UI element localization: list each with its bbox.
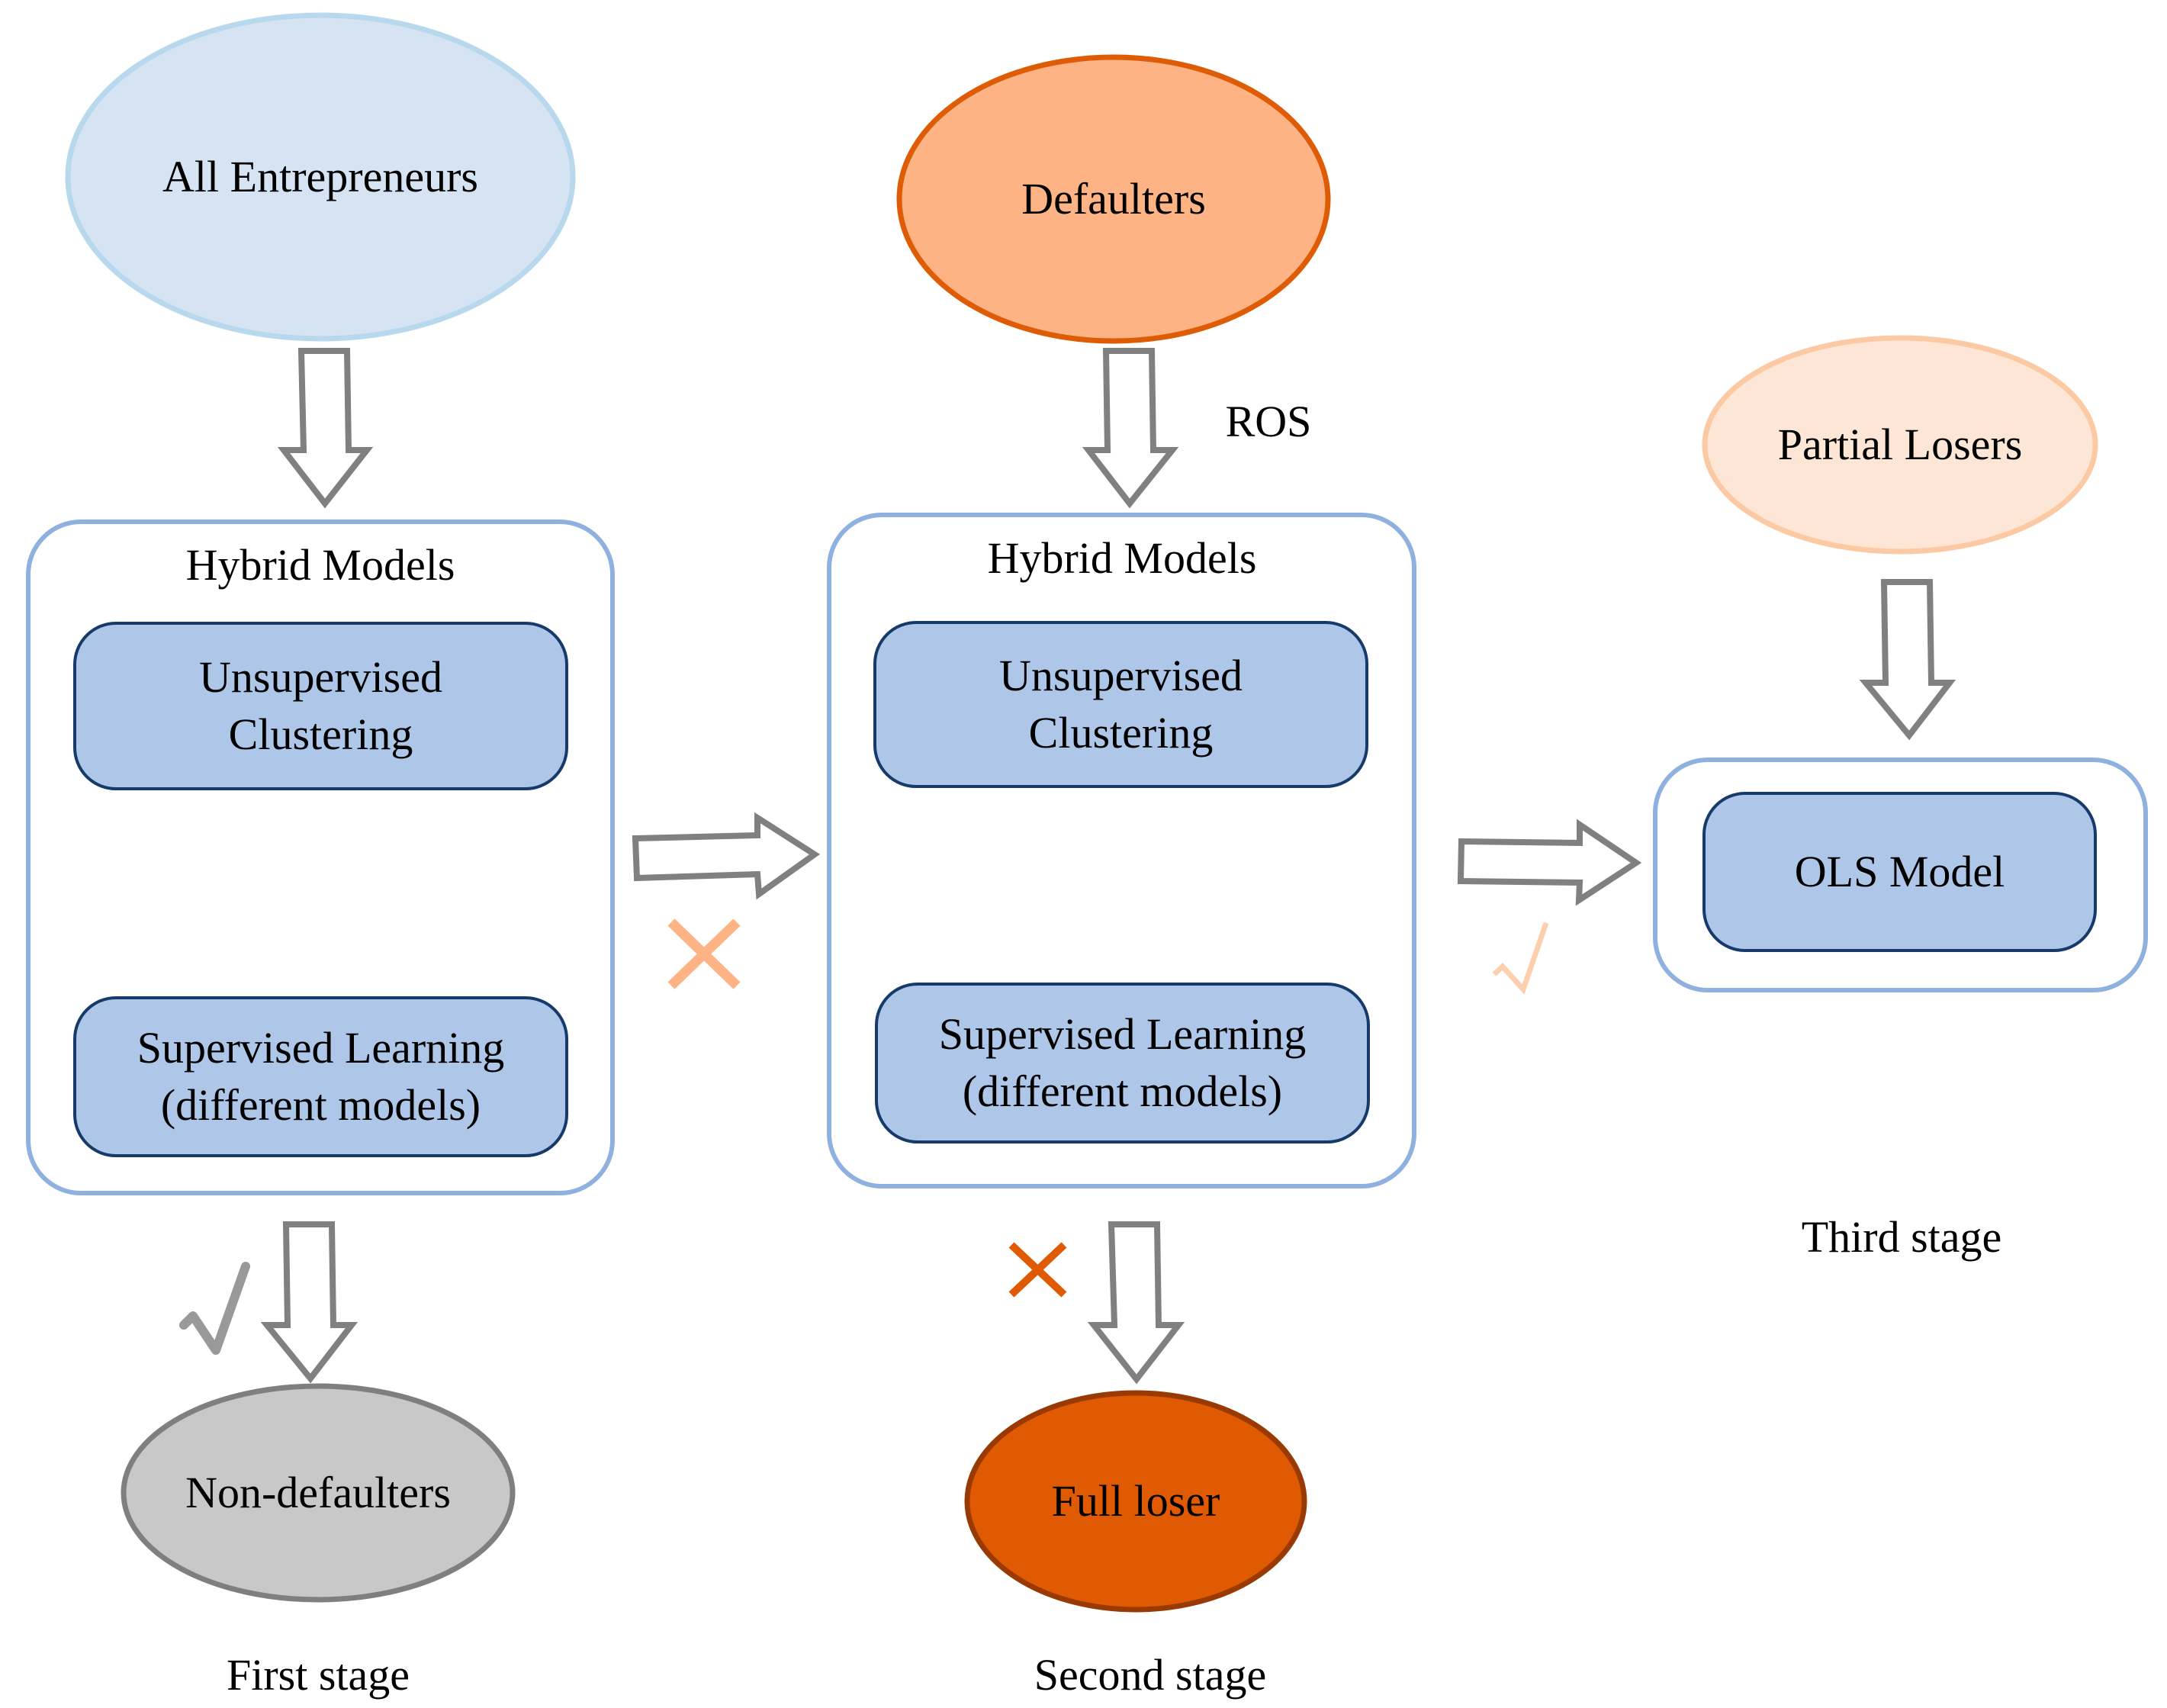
arrow-down-to-non-defaulters (260, 1221, 358, 1384)
stage1-supervised-learning-text: Supervised Learning (different models) (73, 996, 568, 1157)
stage2-step2-line1: Supervised Learning (938, 1009, 1307, 1060)
arrow-down-partial-losers-to-ols (1859, 579, 1956, 741)
stage2-supervised-learning-text: Supervised Learning (different models) (875, 983, 1370, 1143)
defaulters-label: Defaulters (1021, 174, 1206, 224)
arrow-right-stage2-to-stage3 (1457, 819, 1642, 906)
all-entrepreneurs-label: All Entrepreneurs (162, 152, 478, 202)
arrow-down-entrepreneurs-to-hybrid (277, 348, 374, 509)
third-stage-label: Third stage (1801, 1212, 2002, 1263)
non-defaulters-label: Non-defaulters (185, 1468, 451, 1518)
ros-annotation: ROS (1225, 397, 1312, 447)
arrow-down-defaulters-to-hybrid (1082, 348, 1179, 509)
cross-icon (667, 918, 741, 989)
first-stage-label: First stage (226, 1650, 410, 1700)
cross-icon (1008, 1242, 1067, 1298)
stage1-unsupervised-clustering-text: Unsupervised Clustering (73, 622, 568, 790)
arrow-down-to-full-loser (1087, 1221, 1185, 1385)
check-icon (179, 1262, 250, 1355)
stage2-unsupervised-clustering-text: Unsupervised Clustering (873, 621, 1368, 788)
stage2-step1-line1: Unsupervised (999, 651, 1243, 701)
stage1-step2-line1: Supervised Learning (137, 1023, 505, 1073)
stage2-container-title: Hybrid Models (987, 533, 1257, 584)
full-loser-label: Full loser (1051, 1476, 1220, 1526)
stage1-container-title: Hybrid Models (185, 540, 455, 590)
check-icon (1492, 922, 1549, 995)
stage1-step1-line1: Unsupervised (199, 652, 442, 703)
arrow-right-stage1-to-stage2 (632, 812, 821, 900)
stage1-step1-line2: Clustering (228, 709, 413, 759)
partial-losers-label: Partial Losers (1777, 420, 2023, 470)
stage1-step2-line2: (different models) (160, 1079, 481, 1130)
second-stage-label: Second stage (1034, 1650, 1267, 1700)
stage2-step2-line2: (different models) (962, 1066, 1283, 1116)
stage2-step1-line2: Clustering (1028, 707, 1214, 758)
ols-model-text: OLS Model (1794, 846, 2005, 896)
